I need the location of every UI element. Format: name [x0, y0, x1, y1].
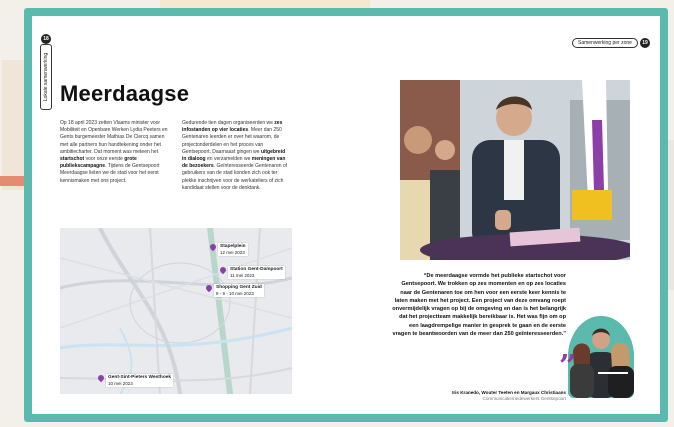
section-tab-label: Lokale samenwerking	[43, 52, 49, 102]
map-pin-icon	[218, 265, 228, 275]
map-pin-icon	[208, 242, 218, 252]
left-page-number: 18	[41, 34, 51, 44]
page-title: Meerdaagse	[60, 81, 190, 106]
team-portrait	[568, 316, 634, 398]
map-streets	[60, 228, 292, 394]
quote-attribution: Iris Kranedo, Wouter Teeten en Margaux C…	[390, 390, 566, 402]
pull-quote: “De meerdaagse vormde het publieke start…	[392, 273, 566, 338]
signing-photo	[400, 80, 630, 260]
right-page-number: 19	[640, 38, 650, 48]
map-pin-icon	[204, 283, 214, 293]
intro-column-1: Op 18 april 2023 zetten Vlaams minister …	[60, 120, 168, 184]
map-pin-dampoort: Station Gent-Dampoort 11 mei 2023	[218, 265, 285, 279]
map-pin-icon	[96, 373, 106, 383]
brochure-page: 18 Lokale samenwerking Samenwerking per …	[32, 16, 660, 414]
section-tab: Lokale samenwerking	[40, 44, 52, 110]
map-pin-stapelplein: Stapelplein 12 mei 2023	[208, 242, 248, 256]
intro-column-2: Gedurende tien dagen organiseerden we ze…	[182, 120, 288, 191]
location-map: Stapelplein 12 mei 2023 Station Gent-Damp…	[60, 228, 292, 394]
section-pill: Samenwerking per zone	[572, 38, 638, 48]
map-pin-gent-zuid: Shopping Gent Zuid 8 - 9 - 10 mei 2023	[204, 283, 264, 297]
map-pin-sint-pieters: Gent-Sint-Pieters Westhoek 10 mei 2023	[96, 373, 174, 387]
page-frame: 18 Lokale samenwerking Samenwerking per …	[24, 8, 668, 422]
quote-mark-icon: ”	[559, 349, 577, 384]
quote-role: Communicatiemedewerkers Gentsepoort	[482, 396, 567, 401]
